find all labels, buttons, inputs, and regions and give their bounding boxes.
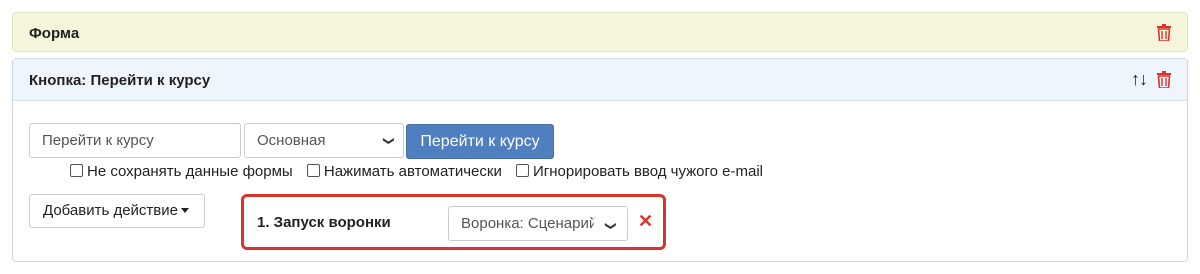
funnel-select-value: Воронка: Сценарий [461,215,598,232]
caret-down-icon [181,208,189,213]
add-action-label: Добавить действие [43,202,178,219]
checkbox-label: Нажимать автоматически [323,163,502,180]
move-arrows[interactable]: ↑↓ [1131,69,1148,90]
checkbox-auto-click[interactable]: Нажимать автоматически [306,163,502,180]
preview-button[interactable]: Перейти к курсу [406,124,554,159]
checkbox-box[interactable] [306,164,320,177]
checkbox-no-save[interactable]: Не сохранять данные формы [70,163,293,180]
button-panel-header: Кнопка: Перейти к курсу ↑↓ [13,59,1187,101]
close-icon[interactable]: ✕ [638,211,653,232]
button-text-input[interactable] [29,123,241,158]
button-style-select[interactable]: Основная ❯ [244,123,404,158]
checkbox-box[interactable] [516,164,530,177]
funnel-select[interactable]: Воронка: Сценарий ❯ [448,206,628,241]
checkbox-ignore-email[interactable]: Игнорировать ввод чужого e-mail [516,163,763,180]
add-action-button[interactable]: Добавить действие [29,194,205,228]
form-panel: Форма [12,12,1188,52]
arrow-down-icon[interactable]: ↓ [1139,69,1148,89]
checkbox-label: Не сохранять данные формы [87,163,293,180]
checkbox-box[interactable] [70,164,83,177]
trash-icon[interactable] [1157,24,1171,41]
action-label: 1. Запуск воронки [257,214,391,231]
checkbox-row: Не сохранять данные формы Нажимать автом… [70,163,773,180]
trash-icon[interactable] [1157,71,1171,88]
button-panel-title: Кнопка: Перейти к курсу [29,72,211,89]
chevron-down-icon: ❯ [593,217,627,231]
button-style-select-value: Основная [257,132,326,149]
arrow-up-icon[interactable]: ↑ [1131,69,1140,89]
form-panel-title: Форма [29,25,80,42]
checkbox-label: Игнорировать ввод чужого e-mail [533,163,764,180]
chevron-down-icon: ❯ [382,136,395,146]
